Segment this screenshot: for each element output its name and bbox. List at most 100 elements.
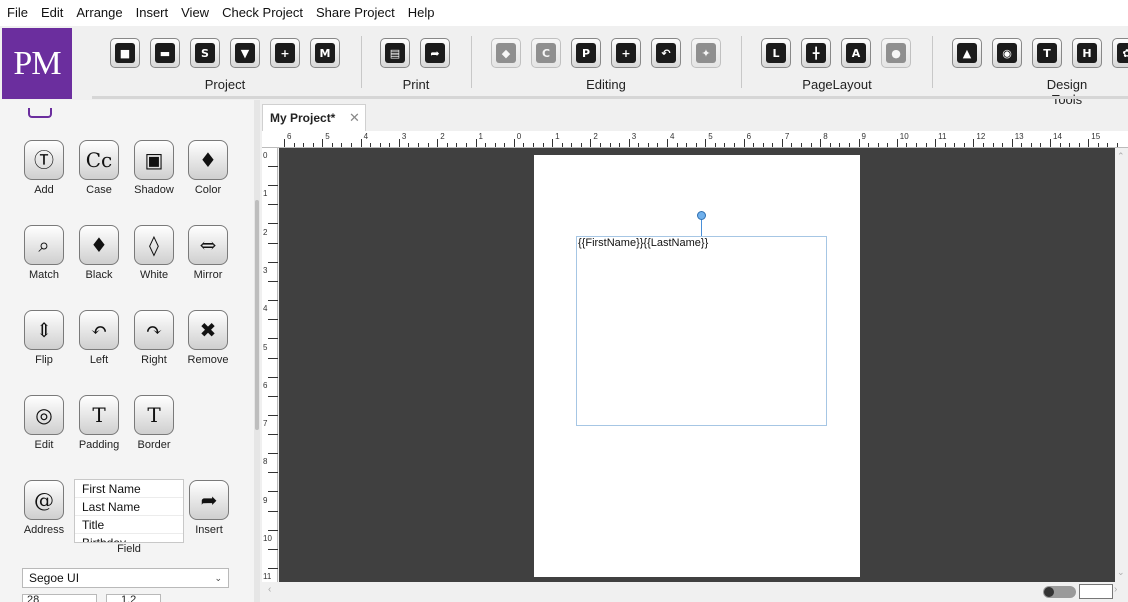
page-add-button[interactable]: + [270, 38, 300, 68]
layout-button[interactable]: L [761, 38, 791, 68]
tool-padding-button[interactable]: T Padding [69, 395, 129, 451]
tool-border-button[interactable]: T Border [124, 395, 184, 451]
camera-button[interactable]: ◉ [992, 38, 1022, 68]
image-button[interactable]: ▲ [952, 38, 982, 68]
properties-button[interactable]: P [571, 38, 601, 68]
printer-button[interactable]: ▤ [380, 38, 410, 68]
ruler-minor-tick [1097, 143, 1099, 147]
mail-merge-button[interactable]: M [310, 38, 340, 68]
undo-button[interactable]: ↶ [651, 38, 681, 68]
tool-label: Case [86, 184, 112, 196]
field-list-item[interactable]: Birthday [75, 534, 183, 542]
merge-field-text[interactable]: {{FirstName}}{{LastName}} [577, 237, 708, 249]
tool-label: Match [29, 269, 59, 281]
redo-button[interactable]: ✦ [691, 38, 721, 68]
tool-button-face[interactable]: T [79, 395, 119, 435]
tool-button-face[interactable]: ✖ [188, 310, 228, 350]
tool-black-button[interactable]: ♦ Black [69, 225, 129, 281]
align-button[interactable]: A [841, 38, 871, 68]
menu-file[interactable]: File [0, 0, 34, 26]
tool-address-button[interactable]: @ Address [14, 480, 74, 536]
menu-edit[interactable]: Edit [34, 0, 69, 26]
tool-button-face[interactable]: ⇔ [188, 225, 228, 265]
tool-button-face[interactable]: ⇕ [24, 310, 64, 350]
menu-insert[interactable]: Insert [129, 0, 175, 26]
line-spacing-stepper[interactable]: 1.2 [106, 594, 161, 602]
tool-button-face[interactable]: ♦ [79, 225, 119, 265]
scroll-up-icon[interactable]: ⌃ [1117, 151, 1125, 162]
tool-button-face[interactable]: Ⓣ [24, 140, 64, 180]
tool-left-button[interactable]: ↶ Left [69, 310, 129, 366]
tool-edit-button[interactable]: ◎ Edit [14, 395, 74, 451]
template-button[interactable]: ▼ [230, 38, 260, 68]
tool-button-face[interactable]: ↶ [79, 310, 119, 350]
tool-button-face[interactable]: ↷ [134, 310, 174, 350]
paste-button[interactable]: ◆ [491, 38, 521, 68]
guides-button[interactable]: ╋ [801, 38, 831, 68]
page-add-icon: + [275, 43, 295, 63]
heading-tool-button[interactable]: H [1072, 38, 1102, 68]
close-icon[interactable]: ✕ [349, 110, 360, 126]
tool-insert-button[interactable]: ➦ Insert [179, 480, 239, 536]
tool-white-button[interactable]: ◊ White [124, 225, 184, 281]
vertical-scrollbar[interactable]: ⌃ ⌄ [1115, 148, 1128, 582]
tool-button-face[interactable]: @ [24, 480, 64, 520]
tool-match-button[interactable]: ⌕ Match [14, 225, 74, 281]
tool-button-face[interactable]: ▣ [134, 140, 174, 180]
font-family-select[interactable]: Segoe UI ⌄ [22, 568, 229, 588]
new-doc-button[interactable]: ■ [110, 38, 140, 68]
shapes-tool-button[interactable]: ✿ [1112, 38, 1128, 68]
tool-case-button[interactable]: Cc Case [69, 140, 129, 196]
field-list-item[interactable]: First Name [75, 480, 183, 498]
save-button[interactable]: S [190, 38, 220, 68]
scroll-down-icon[interactable]: ⌄ [1117, 567, 1125, 578]
rotate-handle-line [701, 219, 702, 236]
tool-remove-button[interactable]: ✖ Remove [178, 310, 238, 366]
tool-button-face[interactable]: ⌕ [24, 225, 64, 265]
menu-arrange[interactable]: Arrange [69, 0, 128, 26]
panel-scrollbar-thumb[interactable] [255, 200, 259, 430]
font-size-select[interactable]: 28 [22, 594, 97, 602]
tool-flip-button[interactable]: ⇕ Flip [14, 310, 74, 366]
menu-check-project[interactable]: Check Project [215, 0, 309, 26]
horizontal-scrollbar[interactable]: ‹ › [262, 582, 1128, 602]
copy-button[interactable]: C [531, 38, 561, 68]
rotate-handle[interactable] [697, 211, 706, 220]
remove-x-icon: ✖ [199, 318, 217, 342]
text-frame[interactable]: {{FirstName}}{{LastName}} [576, 236, 827, 426]
tool-shadow-button[interactable]: ▣ Shadow [124, 140, 184, 196]
share-button[interactable]: ➦ [420, 38, 450, 68]
tool-color-button[interactable]: ♦ Color [178, 140, 238, 196]
insert-frame-button[interactable]: + [611, 38, 641, 68]
tool-button-face[interactable]: Cc [79, 140, 119, 180]
zoom-box[interactable] [1079, 584, 1113, 599]
menu-share-project[interactable]: Share Project [309, 0, 401, 26]
collapse-clip-icon[interactable] [28, 108, 52, 118]
field-list-item[interactable]: Last Name [75, 498, 183, 516]
field-list-item[interactable]: Title [75, 516, 183, 534]
tool-button-face[interactable]: ➦ [189, 480, 229, 520]
ruler-minor-tick [351, 143, 353, 147]
ruler-tick [973, 139, 975, 147]
tool-mirror-button[interactable]: ⇔ Mirror [178, 225, 238, 281]
ruler-tick [667, 139, 668, 147]
menu-help[interactable]: Help [401, 0, 441, 26]
menu-view[interactable]: View [174, 0, 215, 26]
scroll-right-icon[interactable]: › [1114, 584, 1117, 595]
tool-button-face[interactable]: ◊ [134, 225, 174, 265]
tool-button-face[interactable]: T [134, 395, 174, 435]
tab-my-project[interactable]: My Project* ✕ [262, 104, 366, 131]
tool-right-button[interactable]: ↷ Right [124, 310, 184, 366]
ruler-tick [268, 529, 278, 531]
field-list[interactable]: First Name Last Name Title Birthday [74, 479, 184, 543]
tool-add-button[interactable]: Ⓣ Add [14, 140, 74, 196]
tool-button-face[interactable]: ◎ [24, 395, 64, 435]
view-toggle[interactable] [1043, 586, 1076, 598]
tool-button-face[interactable]: ♦ [188, 140, 228, 180]
scroll-left-icon[interactable]: ‹ [268, 584, 271, 595]
background-button[interactable]: ● [881, 38, 911, 68]
ruler-label: 5 [325, 132, 330, 141]
ribbon-toolbar: PM ■ ▬ S ▼ + M Project ▤ ➦ Print ◆ C P + ↶ ✦ Editing L ╋ A ●… [0, 26, 1128, 107]
open-folder-button[interactable]: ▬ [150, 38, 180, 68]
text-tool-button[interactable]: T [1032, 38, 1062, 68]
